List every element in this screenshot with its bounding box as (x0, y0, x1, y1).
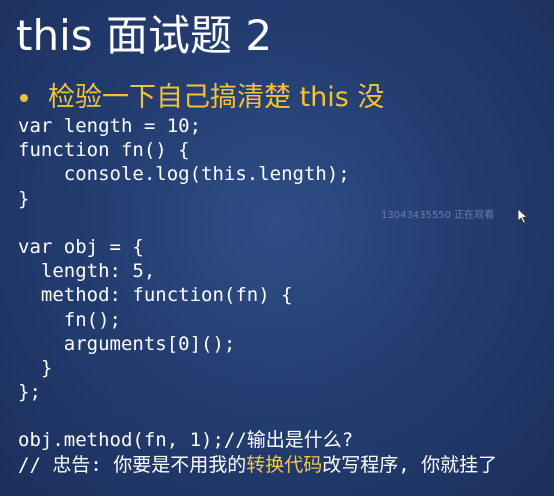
warning-suffix: 改写程序, 你就挂了 (322, 453, 498, 476)
warning-highlight: 转换代码 (246, 453, 323, 476)
code-line: arguments[0](); (18, 332, 236, 355)
mouse-pointer-icon (517, 208, 529, 224)
code-line: fn(); (18, 308, 121, 331)
code-line: function fn() { (18, 139, 190, 162)
slide-title: this 面试题 2 (16, 11, 273, 60)
slide: this 面试题 2 检验一下自己搞清楚 this 没 var length =… (0, 0, 554, 496)
code-line: var obj = { (18, 235, 144, 258)
bullet-dot-icon (20, 94, 28, 102)
code-block: var length = 10; function fn() { console.… (18, 114, 497, 477)
warning-prefix: // 忠告: 你要是不用我的 (18, 453, 247, 476)
code-line: console.log(this.length); (18, 163, 350, 186)
warning-line: // 忠告: 你要是不用我的转换代码改写程序, 你就挂了 (18, 453, 497, 477)
code-line: }; (18, 381, 41, 404)
code-line: obj.method(fn, 1);//输出是什么? (18, 429, 354, 452)
code-line: } (18, 187, 30, 210)
bullet-item: 检验一下自己搞清楚 this 没 (16, 78, 384, 118)
code-line: } (18, 356, 53, 379)
code-line: method: function(fn) { (18, 284, 293, 307)
code-line: var length = 10; (18, 115, 202, 137)
viewer-watermark: 13043435550 正在观看 (381, 210, 495, 221)
bullet-text: 检验一下自己搞清楚 this 没 (48, 82, 385, 113)
code-line: length: 5, (18, 260, 156, 283)
